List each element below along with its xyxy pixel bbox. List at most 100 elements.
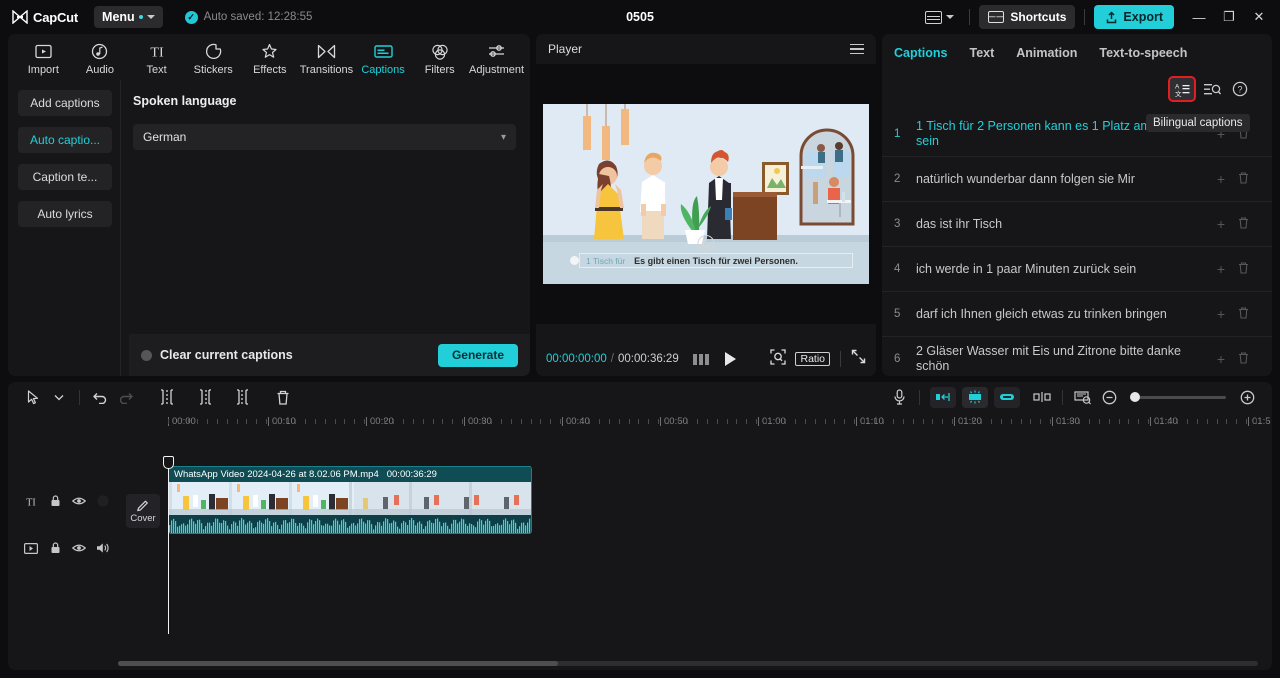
timeline-ruler[interactable]: 00:00 00:10 00:20 00:30 00:40 00:50 01:0…	[8, 412, 1272, 434]
transitions-icon	[317, 42, 336, 61]
tab-captions[interactable]: Captions	[894, 46, 947, 60]
menu-button[interactable]: Menu	[94, 6, 163, 28]
tool-dropdown-icon[interactable]	[46, 386, 72, 408]
zoom-slider-knob[interactable]	[1130, 392, 1140, 402]
caption-text[interactable]: das ist ihr Tisch	[916, 217, 1210, 232]
layout-switch-button[interactable]	[919, 7, 960, 28]
audio-icon	[91, 42, 108, 61]
nav-tab-adjustment[interactable]: Adjustment	[469, 38, 524, 76]
caption-add-icon[interactable]: +	[1210, 351, 1232, 367]
side-item-caption-templates[interactable]: Caption te...	[18, 164, 112, 190]
player-header: Player	[536, 34, 876, 64]
playhead[interactable]	[163, 456, 174, 634]
video-preview[interactable]: 1 Tisch für Es gibt einen Tisch für zwei…	[543, 104, 869, 284]
video-clip[interactable]: WhatsApp Video 2024-04-26 at 8.02.06 PM.…	[168, 466, 532, 534]
video-track-lock-icon[interactable]	[48, 541, 62, 555]
nav-tab-stickers[interactable]: Stickers	[186, 38, 241, 76]
generate-button[interactable]: Generate	[437, 343, 518, 367]
text-track-lock-icon[interactable]	[48, 494, 62, 508]
cover-button[interactable]: Cover	[126, 494, 160, 528]
nav-tab-text[interactable]: TI Text	[129, 38, 184, 77]
caption-add-icon[interactable]: +	[1210, 306, 1232, 322]
bilingual-captions-icon[interactable]: A 文	[1168, 76, 1196, 102]
app-logo: CapCut	[12, 10, 78, 25]
side-item-auto-captions[interactable]: Auto captio...	[18, 127, 112, 153]
side-item-auto-lyrics[interactable]: Auto lyrics	[18, 201, 112, 227]
trim-right-button[interactable]	[230, 386, 256, 408]
text-track-visibility-icon[interactable]	[72, 494, 86, 508]
player-menu-icon[interactable]	[850, 43, 864, 55]
frames-icon[interactable]	[692, 353, 709, 365]
tab-text-to-speech[interactable]: Text-to-speech	[1099, 46, 1187, 60]
fullscreen-button[interactable]	[851, 349, 866, 369]
caption-row[interactable]: 6 2 Gläser Wasser mit Eis und Zitrone bi…	[882, 337, 1272, 376]
select-tool-icon[interactable]	[20, 386, 46, 408]
nav-tab-effects[interactable]: Effects	[243, 38, 298, 76]
caption-text[interactable]: 2 Gläser Wasser mit Eis und Zitrone bitt…	[916, 344, 1210, 374]
side-item-add-captions[interactable]: Add captions	[18, 90, 112, 116]
trash-glyph	[277, 390, 289, 405]
video-subtitle-overlay: 1 Tisch für Es gibt einen Tisch für zwei…	[570, 253, 853, 268]
nav-tab-filters[interactable]: Filters	[412, 38, 467, 76]
keyframe-button[interactable]	[1029, 386, 1055, 408]
auto-fit-left-button[interactable]	[930, 386, 956, 408]
close-button[interactable]: ✕	[1244, 3, 1274, 31]
delete-clip-button[interactable]	[270, 386, 296, 408]
caption-delete-icon[interactable]	[1232, 351, 1254, 367]
video-track-visibility-icon[interactable]	[72, 541, 86, 555]
nav-tab-captions[interactable]: Captions	[356, 38, 411, 76]
zoom-to-fit-button[interactable]	[1070, 386, 1096, 408]
undo-button[interactable]	[87, 386, 113, 408]
auto-snap-button[interactable]	[962, 386, 988, 408]
caption-delete-icon[interactable]	[1232, 171, 1254, 187]
playhead-handle[interactable]	[163, 456, 174, 469]
caption-text[interactable]: natürlich wunderbar dann folgen sie Mir	[916, 172, 1210, 187]
zoom-slider[interactable]	[1130, 392, 1226, 402]
caption-row[interactable]: 2 natürlich wunderbar dann folgen sie Mi…	[882, 157, 1272, 202]
caption-delete-icon[interactable]	[1232, 216, 1254, 232]
caption-text[interactable]: darf ich Ihnen gleich etwas zu trinken b…	[916, 307, 1210, 322]
record-voiceover-button[interactable]	[886, 386, 912, 408]
caption-add-icon[interactable]: +	[1210, 261, 1232, 277]
video-track-audio-icon[interactable]	[96, 541, 110, 555]
zoom-preview-button[interactable]	[770, 348, 787, 370]
split-button[interactable]	[154, 386, 180, 408]
subtitle-handle[interactable]	[570, 256, 579, 265]
nav-tab-audio[interactable]: Audio	[73, 38, 128, 76]
trim-left-button[interactable]	[192, 386, 218, 408]
zoom-out-button[interactable]	[1096, 386, 1122, 408]
ratio-button[interactable]: Ratio	[795, 352, 830, 366]
timeline-scrollbar[interactable]	[118, 661, 1258, 666]
spoken-language-select[interactable]: German ▾	[133, 124, 516, 150]
link-clips-button[interactable]	[994, 386, 1020, 408]
captions-list[interactable]: 1 1 Tisch für 2 Personen kann es 1 Platz…	[882, 112, 1272, 376]
timeline-scrollbar-thumb[interactable]	[118, 661, 558, 666]
help-icon[interactable]: ?	[1230, 79, 1250, 99]
trash-glyph	[1238, 262, 1248, 274]
caption-add-icon[interactable]: +	[1210, 171, 1232, 187]
caption-text[interactable]: ich werde in 1 paar Minuten zurück sein	[916, 262, 1210, 277]
tab-animation[interactable]: Animation	[1016, 46, 1077, 60]
nav-tab-transitions[interactable]: Transitions	[299, 38, 354, 76]
nav-label: Filters	[424, 64, 455, 76]
find-replace-icon[interactable]	[1202, 79, 1222, 99]
keyframe-glyph	[1033, 392, 1051, 402]
replay-button[interactable]	[697, 235, 715, 252]
caption-row[interactable]: 3 das ist ihr Tisch +	[882, 202, 1272, 247]
caption-index: 6	[894, 353, 901, 365]
clear-captions-checkbox[interactable]	[141, 349, 152, 361]
caption-row[interactable]: 5 darf ich Ihnen gleich etwas zu trinken…	[882, 292, 1272, 337]
caption-delete-icon[interactable]	[1232, 261, 1254, 277]
redo-button[interactable]	[113, 386, 139, 408]
play-button[interactable]	[724, 352, 736, 366]
caption-add-icon[interactable]: +	[1210, 216, 1232, 232]
tab-text[interactable]: Text	[969, 46, 994, 60]
caption-delete-icon[interactable]	[1232, 306, 1254, 322]
restore-button[interactable]: ❐	[1214, 3, 1244, 31]
zoom-in-button[interactable]	[1234, 386, 1260, 408]
minimize-button[interactable]: —	[1184, 3, 1214, 31]
shortcuts-button[interactable]: —— Shortcuts	[979, 5, 1076, 29]
caption-row[interactable]: 4 ich werde in 1 paar Minuten zurück sei…	[882, 247, 1272, 292]
export-button[interactable]: Export	[1094, 5, 1174, 29]
nav-tab-import[interactable]: Import	[16, 38, 71, 76]
